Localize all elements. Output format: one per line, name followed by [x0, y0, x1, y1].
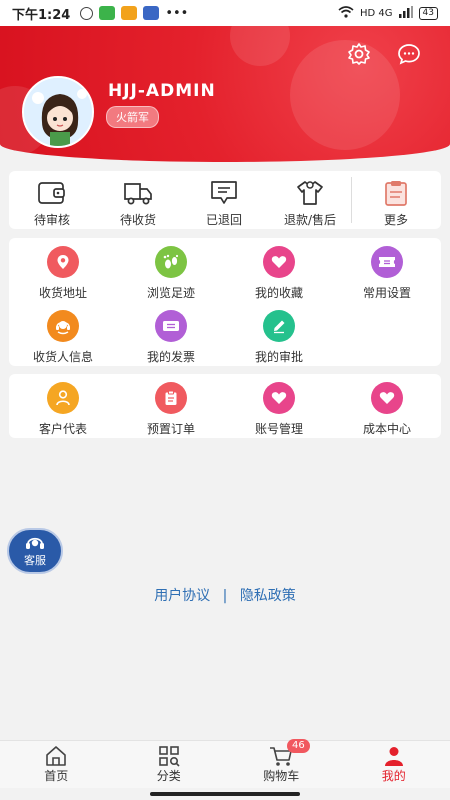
shirt-icon	[297, 181, 323, 205]
order-label: 待收货	[119, 213, 156, 227]
username: HJJ-ADMIN	[108, 81, 216, 101]
order-label: 已退回	[205, 213, 242, 227]
tool-label: 账号管理	[254, 422, 303, 436]
pencil-icon	[263, 310, 295, 342]
footer-links: 用户协议 | 隐私政策	[0, 585, 450, 605]
tab-label: 首页	[44, 769, 69, 783]
tab-label: 购物车	[263, 769, 300, 783]
role-badge: 火箭军	[106, 106, 159, 128]
footprint-icon	[155, 246, 187, 278]
clipboard-icon	[385, 181, 407, 206]
service-browse-history[interactable]: 浏览足迹	[117, 238, 225, 302]
tool-label: 客户代表	[38, 422, 87, 436]
customer-service-label: 客服	[24, 554, 46, 567]
message-icon[interactable]	[397, 42, 421, 66]
avatar-notification-icon	[143, 6, 160, 20]
tool-account-management[interactable]: 账号管理	[225, 374, 333, 438]
status-bar: 下午1:24 ••• HD 4G 43	[0, 0, 450, 26]
profile-header: HJJ-ADMIN 火箭军	[0, 26, 450, 162]
decor-bubble	[230, 26, 290, 66]
invoice-icon	[155, 310, 187, 342]
tool-label: 预置订单	[146, 422, 195, 436]
alarm-icon	[80, 6, 94, 20]
order-label: 待审核	[33, 213, 70, 227]
home-indicator[interactable]	[150, 792, 300, 796]
service-label: 我的审批	[254, 350, 303, 364]
tab-mine[interactable]: 我的	[338, 741, 450, 788]
category-icon	[158, 746, 180, 767]
tool-cost-center[interactable]: 成本中心	[333, 374, 441, 438]
heart-icon	[371, 382, 403, 414]
customer-service-button[interactable]: 客服	[7, 528, 63, 574]
bottom-tab-bar: 首页 分类 购物车 46 我的	[0, 739, 450, 788]
signal-icon	[398, 5, 413, 21]
headset-icon	[47, 310, 79, 342]
battery-icon: 43	[418, 6, 438, 20]
tab-cart[interactable]: 购物车 46	[225, 739, 338, 788]
headset-icon	[26, 537, 44, 549]
order-pending-review[interactable]: 待审核	[9, 171, 95, 229]
order-more[interactable]: 更多	[353, 171, 439, 229]
service-invoices[interactable]: 我的发票	[117, 302, 225, 366]
more-notifications-icon: •••	[165, 5, 189, 21]
wifi-icon	[338, 5, 354, 21]
order-label: 退款/售后	[283, 213, 337, 227]
service-label: 收货地址	[38, 286, 87, 300]
services-card: 收货地址 浏览足迹 我的收藏 常用设置 收货人信息 我的发票 我的审批	[9, 238, 441, 366]
tab-label: 分类	[156, 769, 181, 783]
privacy-policy-link[interactable]: 隐私政策	[240, 588, 296, 604]
truck-icon	[124, 183, 152, 205]
file-notification-icon	[121, 6, 138, 20]
orders-card: 待审核 待收货 已退回 退款/售后 更多	[9, 171, 441, 229]
service-shipping-address[interactable]: 收货地址	[9, 238, 117, 302]
home-icon	[46, 746, 67, 766]
tab-label: 我的	[381, 769, 406, 783]
tool-label: 成本中心	[362, 422, 411, 436]
order-returned[interactable]: 已退回	[181, 171, 267, 229]
orders-divider	[351, 177, 352, 223]
heart-icon	[263, 246, 295, 278]
tool-customer-rep[interactable]: 客户代表	[9, 374, 117, 438]
status-time: 下午1:24	[12, 7, 71, 23]
decor-bubble	[290, 40, 400, 150]
settings-icon[interactable]	[347, 42, 371, 66]
cart-count-badge: 46	[287, 739, 310, 753]
wallet-icon	[38, 182, 65, 204]
person-icon	[47, 382, 79, 414]
order-label: 更多	[383, 213, 408, 227]
service-label: 收货人信息	[32, 350, 93, 364]
avatar-image	[24, 78, 92, 146]
order-awaiting-receipt[interactable]: 待收货	[95, 171, 181, 229]
service-label: 浏览足迹	[146, 286, 195, 300]
links-separator: |	[222, 588, 228, 604]
message-icon	[211, 181, 237, 204]
location-icon	[47, 246, 79, 278]
tab-category[interactable]: 分类	[113, 741, 226, 788]
service-common-settings[interactable]: 常用设置	[333, 238, 441, 302]
tool-preset-orders[interactable]: 预置订单	[117, 374, 225, 438]
service-label: 常用设置	[362, 286, 411, 300]
ticket-icon	[371, 246, 403, 278]
service-label: 我的发票	[146, 350, 195, 364]
clipboard-icon	[155, 382, 187, 414]
service-consignee-info[interactable]: 收货人信息	[9, 302, 117, 366]
user-agreement-link[interactable]: 用户协议	[154, 588, 210, 604]
order-refund-aftersales[interactable]: 退款/售后	[267, 171, 353, 229]
service-approvals[interactable]: 我的审批	[225, 302, 333, 366]
user-icon	[384, 747, 403, 766]
tab-home[interactable]: 首页	[0, 741, 113, 788]
app-notification-icon	[99, 6, 116, 20]
tools-card: 客户代表 预置订单 账号管理 成本中心	[9, 374, 441, 438]
service-favorites[interactable]: 我的收藏	[225, 238, 333, 302]
service-label: 我的收藏	[254, 286, 303, 300]
network-indicator: HD 4G	[360, 7, 393, 19]
heart-icon	[263, 382, 295, 414]
avatar[interactable]	[22, 76, 94, 148]
